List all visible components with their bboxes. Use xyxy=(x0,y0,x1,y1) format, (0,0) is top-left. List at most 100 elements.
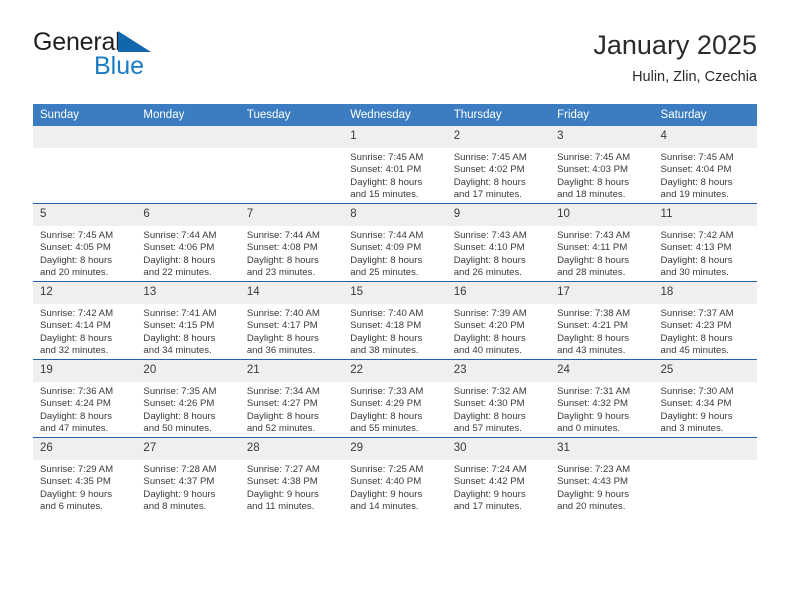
day-info-line: Sunrise: 7:38 AM xyxy=(557,308,631,319)
calendar-day-cell[interactable]: 17 Sunrise: 7:38 AM Sunset: 4:21 PM Dayligh… xyxy=(550,281,654,360)
day-number xyxy=(33,126,137,148)
calendar-page: General Blue January 2025 Hulin, Zlin, C… xyxy=(0,0,792,612)
calendar-day-cell[interactable]: 18 Sunrise: 7:37 AM Sunset: 4:23 PM Dayligh… xyxy=(653,281,757,360)
calendar-day-cell[interactable]: 8 Sunrise: 7:44 AM Sunset: 4:09 PM Daylight… xyxy=(343,203,447,282)
day-info-line: Daylight: 8 hours xyxy=(143,410,216,422)
calendar-day-cell[interactable]: 20 Sunrise: 7:35 AM Sunset: 4:26 PM Dayligh… xyxy=(136,359,240,438)
day-sun-info: Sunrise: 7:25 AM Sunset: 4:40 PM Daylight:… xyxy=(343,460,446,514)
calendar-day-cell[interactable]: 19 Sunrise: 7:36 AM Sunset: 4:24 PM Dayligh… xyxy=(33,359,137,438)
calendar-day-cell[interactable]: 15 Sunrise: 7:40 AM Sunset: 4:18 PM Dayligh… xyxy=(343,281,447,360)
day-info-line: Daylight: 8 hours xyxy=(453,332,526,344)
day-info-line: Sunrise: 7:39 AM xyxy=(453,308,527,319)
day-info-line: Sunrise: 7:44 AM xyxy=(246,230,320,241)
calendar-week-row: 12 Sunrise: 7:42 AM Sunset: 4:14 PM Dayligh… xyxy=(33,281,757,360)
calendar-day-cell[interactable]: 28 Sunrise: 7:27 AM Sunset: 4:38 PM Dayligh… xyxy=(239,437,344,515)
day-number: 29 xyxy=(343,438,447,460)
day-number: 9 xyxy=(446,204,551,226)
calendar-day-cell[interactable]: 13 Sunrise: 7:41 AM Sunset: 4:15 PM Dayligh… xyxy=(136,281,240,360)
day-info-line: Sunset: 4:18 PM xyxy=(350,320,422,332)
calendar-week-row: 26 Sunrise: 7:29 AM Sunset: 4:35 PM Dayligh… xyxy=(33,437,757,515)
day-info-line: and 52 minutes. xyxy=(246,423,316,435)
calendar-day-cell[interactable]: 5 Sunrise: 7:45 AM Sunset: 4:05 PM Daylight… xyxy=(33,203,137,282)
day-sun-info: Sunrise: 7:41 AM Sunset: 4:15 PM Daylight:… xyxy=(136,304,239,358)
day-info-line: and 17 minutes. xyxy=(453,501,522,513)
day-number: 15 xyxy=(343,282,447,304)
day-number: 21 xyxy=(239,360,344,382)
calendar-day-cell[interactable]: 31 Sunrise: 7:23 AM Sunset: 4:43 PM Dayligh… xyxy=(550,437,654,515)
day-info-line: Sunset: 4:26 PM xyxy=(143,398,215,410)
calendar-day-cell[interactable]: 9 Sunrise: 7:43 AM Sunset: 4:10 PM Daylight… xyxy=(446,203,551,282)
day-sun-info: Sunrise: 7:40 AM Sunset: 4:18 PM Daylight:… xyxy=(343,304,446,358)
day-info-line: Sunrise: 7:45 AM xyxy=(350,152,424,163)
day-sun-info: Sunrise: 7:31 AM Sunset: 4:32 PM Daylight:… xyxy=(550,382,653,436)
day-info-line: Sunset: 4:37 PM xyxy=(143,476,215,488)
day-info-line: Sunset: 4:24 PM xyxy=(40,398,111,410)
day-sun-info: Sunrise: 7:30 AM Sunset: 4:34 PM Daylight:… xyxy=(654,382,757,436)
calendar-day-cell[interactable]: 7 Sunrise: 7:44 AM Sunset: 4:08 PM Daylight… xyxy=(239,203,344,282)
calendar-day-cell[interactable]: 10 Sunrise: 7:43 AM Sunset: 4:11 PM Dayligh… xyxy=(550,203,654,282)
day-sun-info: Sunrise: 7:42 AM Sunset: 4:13 PM Daylight:… xyxy=(654,226,757,280)
calendar-day-cell[interactable]: 23 Sunrise: 7:32 AM Sunset: 4:30 PM Dayligh… xyxy=(446,359,551,438)
day-info-line: Daylight: 8 hours xyxy=(660,332,733,344)
day-number: 10 xyxy=(550,204,654,226)
day-number: 6 xyxy=(136,204,240,226)
day-sun-info: Sunrise: 7:44 AM Sunset: 4:06 PM Daylight:… xyxy=(136,226,239,280)
day-info-line: Daylight: 8 hours xyxy=(246,254,319,266)
day-number: 5 xyxy=(33,204,137,226)
calendar-day-cell[interactable]: 27 Sunrise: 7:28 AM Sunset: 4:37 PM Dayligh… xyxy=(136,437,240,515)
day-info-line: and 20 minutes. xyxy=(40,267,109,279)
day-info-line: Daylight: 8 hours xyxy=(557,254,630,266)
calendar-day-cell[interactable]: 21 Sunrise: 7:34 AM Sunset: 4:27 PM Dayligh… xyxy=(239,359,344,438)
day-sun-info: Sunrise: 7:34 AM Sunset: 4:27 PM Daylight:… xyxy=(240,382,343,436)
weekday-header-row: Sunday Monday Tuesday Wednesday Thursday Frid… xyxy=(33,104,757,126)
day-info-line: and 26 minutes. xyxy=(453,267,522,279)
day-info-line: Daylight: 9 hours xyxy=(246,488,319,500)
day-info-line: Sunrise: 7:29 AM xyxy=(40,464,114,475)
day-info-line: Daylight: 9 hours xyxy=(143,488,216,500)
calendar-day-cell[interactable]: 1 Sunrise: 7:45 AM Sunset: 4:01 PM Daylight… xyxy=(343,126,447,204)
day-info-line: Daylight: 8 hours xyxy=(350,332,423,344)
day-info-line: Daylight: 8 hours xyxy=(557,176,630,188)
calendar-day-cell[interactable]: 26 Sunrise: 7:29 AM Sunset: 4:35 PM Dayligh… xyxy=(33,437,137,515)
calendar-day-cell[interactable]: 30 Sunrise: 7:24 AM Sunset: 4:42 PM Dayligh… xyxy=(446,437,551,515)
day-info-line: Daylight: 8 hours xyxy=(350,254,423,266)
calendar-day-cell[interactable]: 6 Sunrise: 7:44 AM Sunset: 4:06 PM Daylight… xyxy=(136,203,240,282)
day-sun-info: Sunrise: 7:43 AM Sunset: 4:11 PM Daylight:… xyxy=(550,226,653,280)
day-info-line: Sunset: 4:13 PM xyxy=(660,242,732,254)
day-info-line: Sunset: 4:17 PM xyxy=(246,320,318,332)
calendar-day-cell[interactable]: 14 Sunrise: 7:40 AM Sunset: 4:17 PM Dayligh… xyxy=(239,281,344,360)
calendar-day-cell[interactable]: 4 Sunrise: 7:45 AM Sunset: 4:04 PM Daylight… xyxy=(653,126,757,204)
day-info-line: Sunrise: 7:43 AM xyxy=(453,230,527,241)
calendar-day-cell[interactable]: 22 Sunrise: 7:33 AM Sunset: 4:29 PM Dayligh… xyxy=(343,359,447,438)
day-sun-info: Sunrise: 7:33 AM Sunset: 4:29 PM Daylight:… xyxy=(343,382,446,436)
calendar-day-cell[interactable]: 2 Sunrise: 7:45 AM Sunset: 4:02 PM Daylight… xyxy=(446,126,551,204)
day-info-line: and 28 minutes. xyxy=(557,267,626,279)
calendar-day-cell[interactable]: 25 Sunrise: 7:30 AM Sunset: 4:34 PM Dayligh… xyxy=(653,359,757,438)
day-sun-info: Sunrise: 7:42 AM Sunset: 4:14 PM Daylight:… xyxy=(33,304,136,358)
day-info-line: and 14 minutes. xyxy=(350,501,419,513)
calendar-day-cell[interactable]: 29 Sunrise: 7:25 AM Sunset: 4:40 PM Dayligh… xyxy=(343,437,447,515)
day-sun-info: Sunrise: 7:39 AM Sunset: 4:20 PM Daylight:… xyxy=(447,304,550,358)
calendar-day-cell[interactable]: 16 Sunrise: 7:39 AM Sunset: 4:20 PM Dayligh… xyxy=(446,281,551,360)
calendar-day-cell-empty xyxy=(33,126,137,204)
brand-logo[interactable]: General Blue xyxy=(33,28,273,88)
day-info-line: Daylight: 8 hours xyxy=(453,254,526,266)
calendar-week-row: 1 Sunrise: 7:45 AM Sunset: 4:01 PM Daylight… xyxy=(33,126,757,204)
day-info-line: Sunrise: 7:25 AM xyxy=(350,464,424,475)
calendar-table: Sunday Monday Tuesday Wednesday Thursday Frid… xyxy=(33,104,757,515)
day-info-line: and 15 minutes. xyxy=(350,189,419,201)
day-sun-info: Sunrise: 7:45 AM Sunset: 4:05 PM Daylight:… xyxy=(33,226,136,280)
calendar-day-cell[interactable]: 11 Sunrise: 7:42 AM Sunset: 4:13 PM Dayligh… xyxy=(653,203,757,282)
day-number: 3 xyxy=(550,126,654,148)
weekday-header-thursday: Thursday xyxy=(446,104,551,126)
triangle-flag-icon xyxy=(117,31,151,52)
calendar-day-cell[interactable]: 12 Sunrise: 7:42 AM Sunset: 4:14 PM Dayligh… xyxy=(33,281,137,360)
day-info-line: and 47 minutes. xyxy=(40,423,109,435)
calendar-day-cell[interactable]: 24 Sunrise: 7:31 AM Sunset: 4:32 PM Dayligh… xyxy=(550,359,654,438)
day-info-line: and 43 minutes. xyxy=(557,345,626,357)
calendar-day-cell[interactable]: 3 Sunrise: 7:45 AM Sunset: 4:03 PM Daylight… xyxy=(550,126,654,204)
day-info-line: Sunrise: 7:42 AM xyxy=(40,308,114,319)
calendar-body: 1 Sunrise: 7:45 AM Sunset: 4:01 PM Daylight… xyxy=(33,126,757,515)
day-number: 31 xyxy=(550,438,654,460)
day-info-line: Sunset: 4:42 PM xyxy=(453,476,525,488)
